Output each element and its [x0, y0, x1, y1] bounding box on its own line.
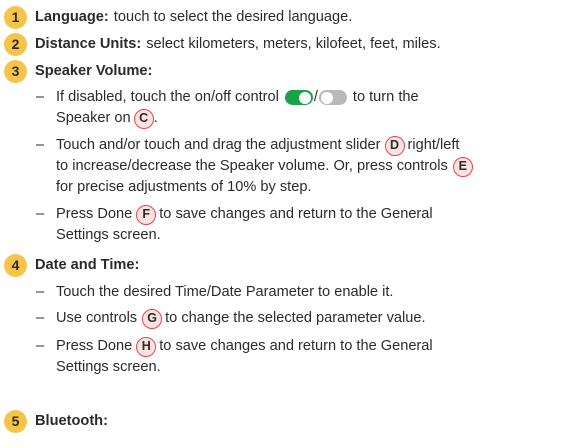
item-title: Language: — [35, 9, 109, 25]
bullet-dash: – — [36, 338, 45, 354]
bullet-text: to save changes and return to the Genera… — [159, 338, 433, 354]
item-distance-units: 2 Distance Units: select kilometers, met… — [4, 33, 441, 56]
bullet-dash: – — [36, 89, 45, 105]
item-title: Speaker Volume: — [35, 63, 153, 79]
item-description: touch to select the desired language. — [113, 9, 353, 25]
item-number-badge: 2 — [4, 33, 27, 56]
item-number-badge: 5 — [4, 410, 27, 433]
item-speaker-volume: 3 Speaker Volume: — [4, 60, 152, 83]
item-description: select kilometers, meters, kilofeet, fee… — [146, 36, 441, 52]
bullet-text: . — [153, 110, 158, 126]
item-number-badge: 1 — [4, 6, 27, 29]
bullet-text: Use controls — [56, 310, 138, 326]
bullet-text: to save changes and return to the Genera… — [159, 206, 433, 222]
bullet-text: to turn the — [352, 89, 419, 105]
bullet-text: for precise adjustments of 10% by step. — [56, 179, 312, 195]
callout-c: C — [133, 108, 154, 129]
callout-e: E — [452, 156, 473, 177]
callout-d: D — [384, 135, 405, 156]
item-title: Bluetooth: — [35, 413, 108, 429]
bullet-text: Touch and/or touch and drag the adjustme… — [56, 137, 381, 153]
bullet-text: If disabled, touch the on/off control — [56, 89, 279, 105]
item-number-badge: 4 — [4, 254, 27, 277]
bullet-text: Settings screen. — [56, 227, 161, 243]
bullet-dash: – — [36, 206, 45, 222]
toggle-on-icon — [284, 90, 313, 105]
callout-h: H — [136, 336, 157, 357]
item-bluetooth: 5 Bluetooth: — [4, 410, 108, 433]
bullet-text: Speaker on — [56, 110, 131, 126]
toggle-separator: / — [313, 89, 318, 105]
bullet-dash: – — [36, 310, 45, 326]
bullet-dash: – — [36, 137, 45, 153]
item-title: Distance Units: — [35, 36, 142, 52]
toggle-off-icon — [318, 90, 347, 105]
item-language: 1 Language: touch to select the desired … — [4, 6, 352, 29]
bullet-text: right/left — [407, 137, 460, 153]
callout-g: G — [142, 308, 163, 329]
bullet-text: Settings screen. — [56, 359, 161, 375]
item-number-badge: 3 — [4, 60, 27, 83]
bullet-dash: – — [36, 284, 45, 300]
bullet-text: Press Done — [56, 206, 133, 222]
item-title: Date and Time: — [35, 257, 140, 273]
bullet-text: Touch the desired Time/Date Parameter to… — [56, 284, 394, 300]
bullet-text: to increase/decrease the Speaker volume.… — [56, 158, 448, 174]
bullet-text: Press Done — [56, 338, 133, 354]
callout-f: F — [136, 204, 157, 225]
bullet-text: to change the selected parameter value. — [165, 310, 426, 326]
manual-page: 1 Language: touch to select the desired … — [0, 0, 570, 448]
item-date-and-time: 4 Date and Time: — [4, 254, 139, 277]
